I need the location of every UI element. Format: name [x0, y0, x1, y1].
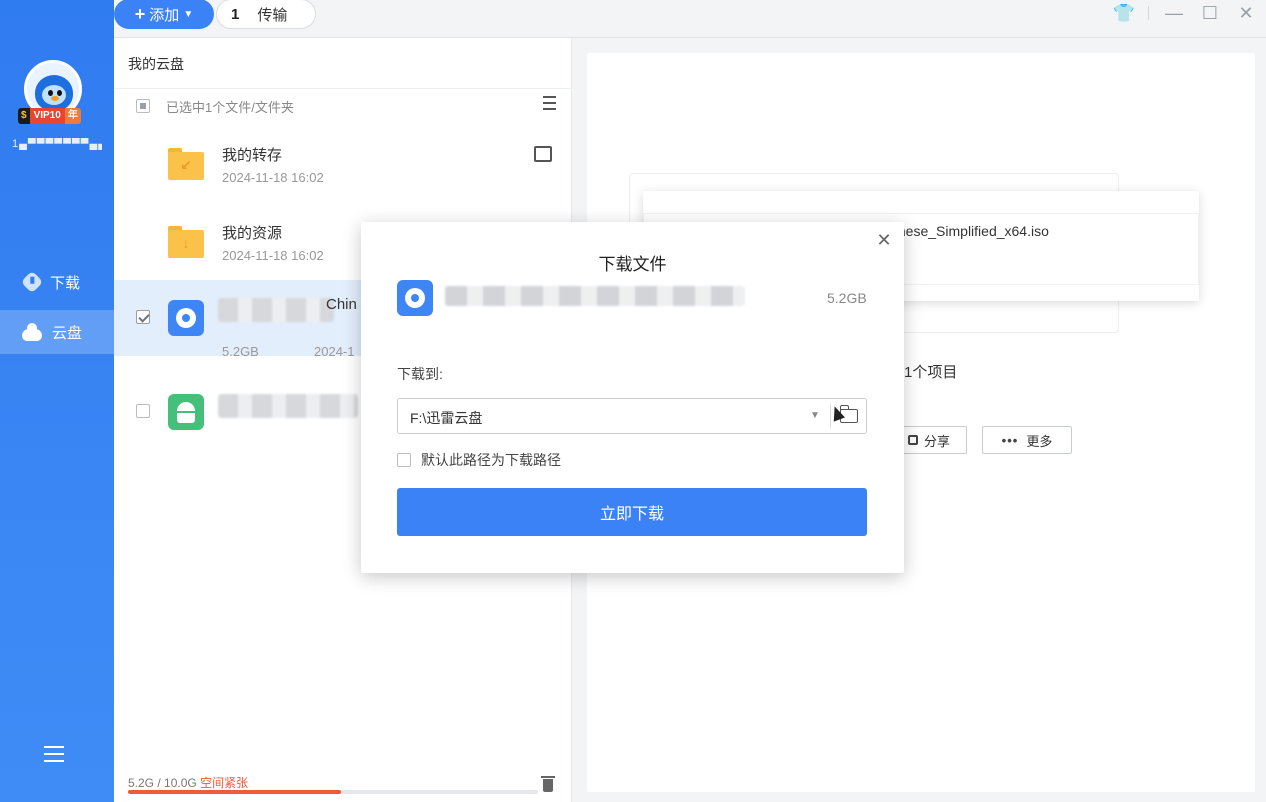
share-icon: [907, 435, 918, 445]
more-button[interactable]: ••• 更多: [982, 426, 1072, 454]
blurred-file-name: [445, 286, 745, 306]
nav-item-download[interactable]: 下载: [0, 260, 114, 304]
more-dots-icon: •••: [1001, 432, 1019, 448]
menu-icon[interactable]: [44, 746, 64, 762]
topbar: + 添加 ▼ 1 传输 👕 — ☐ ✕: [114, 0, 1266, 38]
default-path-checkbox[interactable]: [397, 453, 411, 467]
username: 1▄▀▀▀▀▀▀▀▄▄: [12, 138, 102, 150]
file-name: Chin: [326, 296, 357, 313]
nav-label: 下载: [50, 274, 81, 292]
blurred-file-name: [218, 394, 358, 418]
minimize-icon[interactable]: —: [1162, 2, 1186, 24]
file-date: 2024-11-18 16:02: [222, 248, 324, 263]
close-icon[interactable]: ✕: [876, 231, 892, 249]
vip-badge[interactable]: $ VIP10 年: [18, 108, 81, 124]
file-row[interactable]: ↙ 我的转存 2024-11-18 16:02: [114, 126, 572, 202]
file-name: 我的资源: [222, 225, 283, 242]
download-now-button[interactable]: 立即下载: [397, 488, 867, 536]
download-icon: [20, 270, 44, 294]
maximize-icon[interactable]: ☐: [1198, 2, 1222, 24]
caret-down-icon: ▼: [183, 8, 194, 20]
selection-text: 已选中1个文件/文件夹: [166, 99, 294, 115]
select-all-checkbox[interactable]: [136, 99, 150, 113]
transfer-count: 1: [231, 5, 240, 23]
default-path-label: 默认此路径为下载路径: [421, 452, 561, 468]
folder-icon: ↓: [168, 226, 204, 258]
blurred-file-name: [218, 298, 334, 322]
default-path-option[interactable]: 默认此路径为下载路径: [397, 450, 561, 470]
file-date: 2024-1: [314, 344, 355, 359]
dialog-title: 下载文件: [598, 255, 667, 274]
close-window-icon[interactable]: ✕: [1234, 2, 1258, 24]
storage-bar: [128, 790, 538, 794]
preview-file-name: hinese_Simplified_x64.iso: [887, 223, 1049, 239]
android-app-icon: [168, 394, 204, 430]
storage-text: 5.2G / 10.0G 空间紧张: [128, 776, 249, 790]
divider: [114, 88, 572, 89]
divider: [1148, 6, 1149, 20]
file-name: 我的转存: [222, 147, 283, 164]
storage-warning: 空间紧张: [200, 776, 249, 790]
chevron-down-icon[interactable]: ▼: [810, 410, 820, 421]
disc-image-icon: [168, 300, 204, 336]
file-size: 5.2GB: [222, 344, 259, 359]
sort-icon[interactable]: [538, 96, 556, 112]
disc-image-icon: [397, 280, 433, 316]
nav-label: 云盘: [52, 324, 83, 342]
download-path-label: 下载到:: [397, 366, 443, 382]
plus-icon: +: [134, 3, 146, 24]
row-checkbox[interactable]: [136, 310, 150, 324]
storage-fill: [128, 790, 342, 794]
cloud-icon: [22, 323, 42, 341]
add-button[interactable]: + 添加 ▼: [114, 0, 214, 29]
sidebar: $ VIP10 年 1▄▀▀▀▀▀▀▀▄▄ 下载 云盘: [0, 0, 114, 802]
download-dialog: 下载文件 ✕ 5.2GB 下载到: F:\迅雷云盘 ▼ 默认此路径为下载路径 立…: [361, 222, 904, 573]
transfer-button[interactable]: 1 传输: [216, 0, 316, 29]
skin-icon[interactable]: 👕: [1112, 2, 1136, 24]
folder-icon: ↙: [168, 148, 204, 180]
path-value: F:\迅雷云盘: [410, 410, 483, 426]
selection-bar: 已选中1个文件/文件夹: [136, 96, 556, 116]
nav-item-cloud[interactable]: 云盘: [0, 310, 114, 354]
transfer-label: 传输: [257, 6, 288, 24]
row-checkbox[interactable]: [136, 404, 150, 418]
open-folder-icon[interactable]: [534, 146, 552, 162]
panel-title: 我的云盘: [128, 56, 184, 72]
file-size: 5.2GB: [827, 290, 867, 306]
file-date: 2024-11-18 16:02: [222, 170, 324, 185]
download-path-select[interactable]: F:\迅雷云盘 ▼: [397, 398, 867, 434]
trash-icon[interactable]: [541, 776, 555, 792]
